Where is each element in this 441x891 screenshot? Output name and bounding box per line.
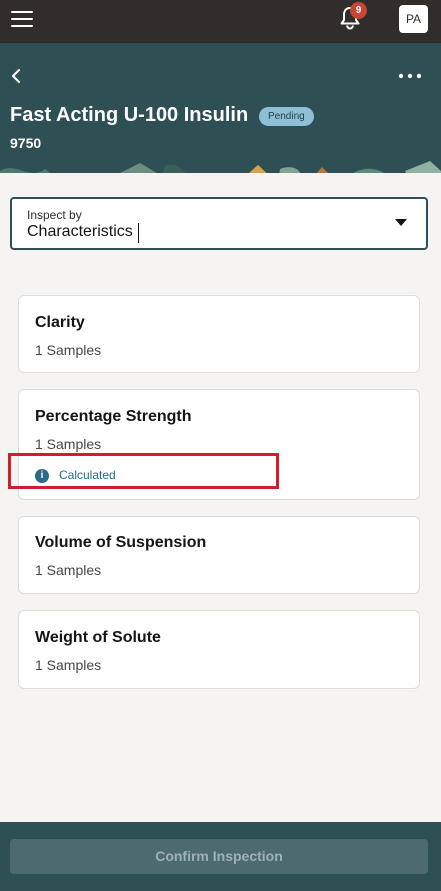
user-avatar[interactable]: PA bbox=[399, 5, 428, 33]
info-icon: i bbox=[35, 469, 49, 483]
item-number: 9750 bbox=[10, 135, 42, 151]
calculated-label: Calculated bbox=[59, 468, 116, 482]
top-bar: 9 PA bbox=[0, 0, 441, 43]
characteristic-samples: 1 Samples bbox=[35, 342, 102, 358]
inspect-by-select[interactable]: Inspect by Characteristics bbox=[10, 197, 428, 250]
hamburger-menu-icon[interactable] bbox=[11, 11, 33, 29]
more-horizontal-icon[interactable] bbox=[398, 71, 422, 81]
notification-count-badge: 9 bbox=[350, 2, 367, 19]
characteristic-card-volume-of-suspension[interactable]: Volume of Suspension 1 Samples bbox=[18, 516, 420, 594]
header-decoration bbox=[0, 161, 441, 173]
text-cursor bbox=[138, 223, 139, 243]
characteristic-name: Percentage Strength bbox=[35, 408, 192, 425]
characteristic-card-clarity[interactable]: Clarity 1 Samples bbox=[18, 295, 420, 373]
chevron-left-icon[interactable] bbox=[8, 65, 24, 87]
footer-bar: Confirm Inspection bbox=[0, 822, 441, 891]
caret-down-icon[interactable] bbox=[395, 219, 407, 227]
status-badge: Pending bbox=[259, 107, 314, 126]
characteristic-name: Volume of Suspension bbox=[35, 534, 207, 551]
page-header: Fast Acting U-100 Insulin Pending 9750 bbox=[0, 43, 441, 173]
characteristic-samples: 1 Samples bbox=[35, 657, 102, 673]
inspect-by-value: Characteristics bbox=[27, 223, 133, 240]
characteristic-card-weight-of-solute[interactable]: Weight of Solute 1 Samples bbox=[18, 610, 420, 689]
characteristic-samples: 1 Samples bbox=[35, 562, 102, 578]
characteristic-card-percentage-strength[interactable]: Percentage Strength 1 Samples i Calculat… bbox=[18, 389, 420, 500]
confirm-inspection-button[interactable]: Confirm Inspection bbox=[10, 839, 428, 874]
characteristic-samples: 1 Samples bbox=[35, 436, 102, 452]
characteristic-name: Weight of Solute bbox=[35, 629, 161, 646]
page-title: Fast Acting U-100 Insulin bbox=[10, 104, 249, 126]
characteristic-name: Clarity bbox=[35, 314, 85, 331]
inspect-by-label: Inspect by bbox=[27, 208, 82, 222]
